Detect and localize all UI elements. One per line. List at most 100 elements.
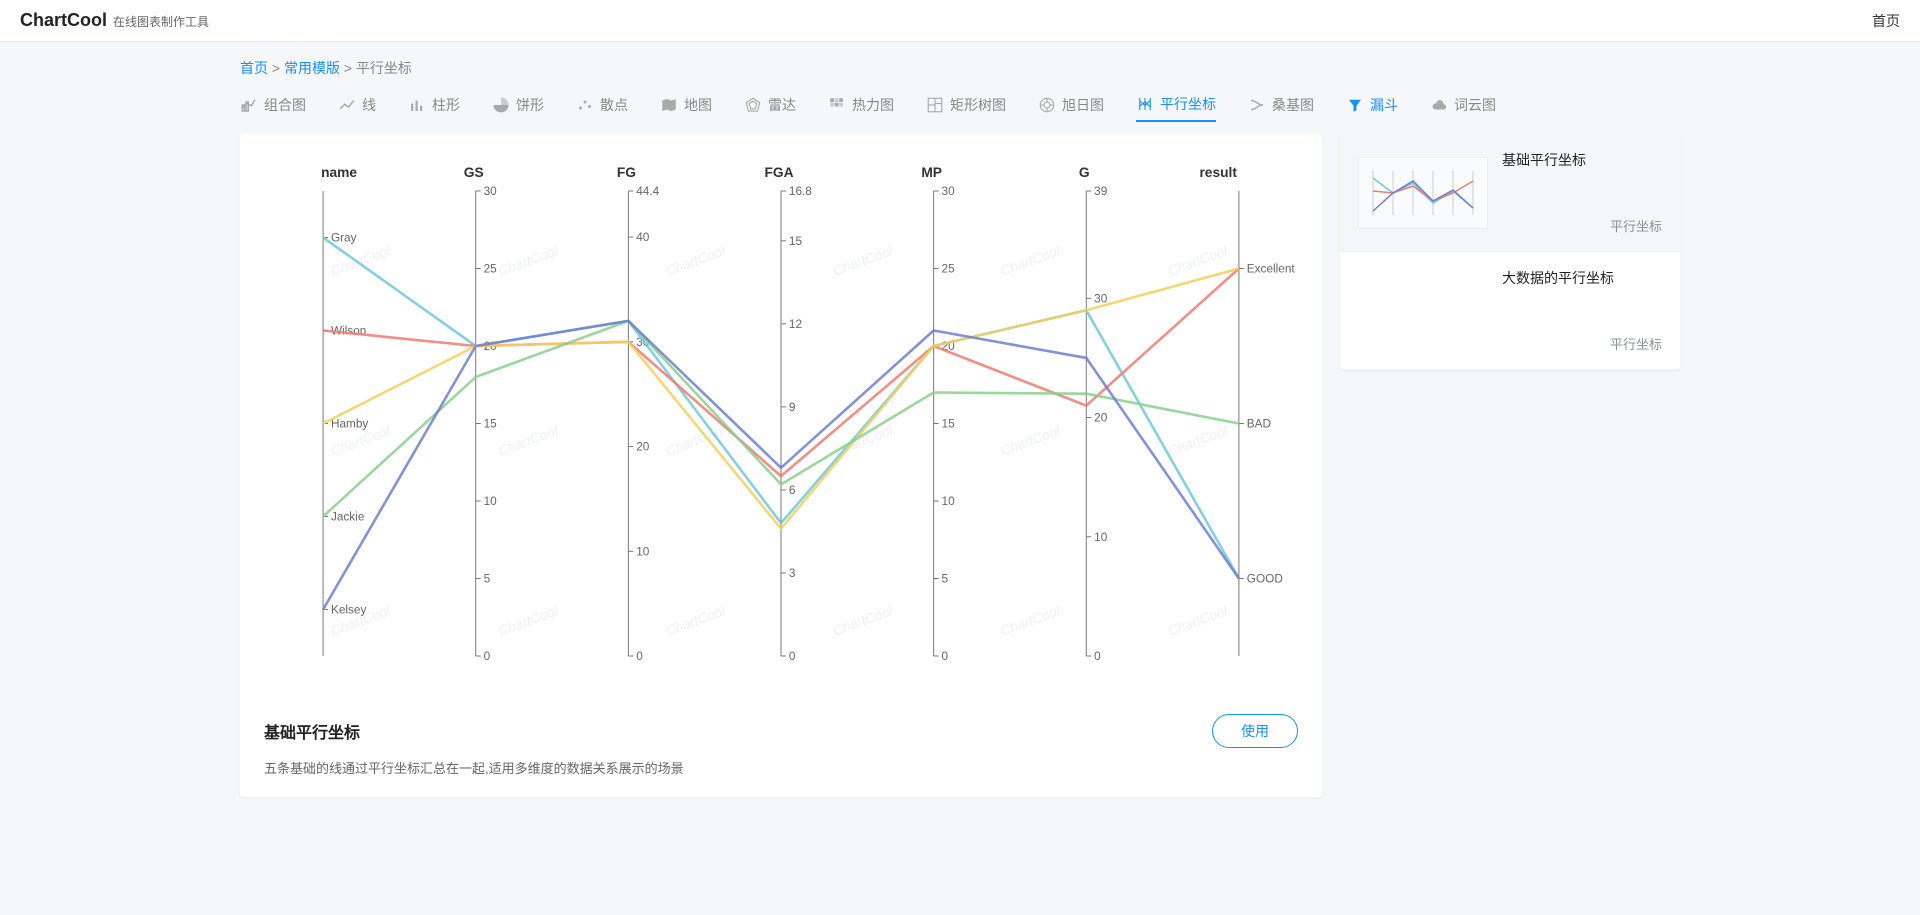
breadcrumb-home[interactable]: 首页 (240, 60, 268, 76)
brand-sub: 在线图表制作工具 (113, 13, 209, 30)
scatter-icon (576, 96, 594, 114)
svg-text:Excellent: Excellent (1247, 261, 1296, 275)
tab-radar[interactable]: 雷达 (744, 89, 796, 121)
tab-bar[interactable]: 柱形 (408, 89, 460, 121)
svg-text:BAD: BAD (1247, 416, 1272, 430)
svg-text:9: 9 (789, 400, 796, 414)
svg-text:10: 10 (636, 544, 650, 558)
use-button[interactable]: 使用 (1212, 714, 1298, 748)
sidebar-thumb (1358, 157, 1488, 229)
sidebar-item-sub: 平行坐标 (1502, 334, 1662, 353)
tab-parallel[interactable]: 平行坐标 (1136, 88, 1216, 122)
tab-heatmap[interactable]: 热力图 (828, 89, 894, 121)
svg-text:ChartCool: ChartCool (496, 242, 561, 279)
bar-icon (408, 96, 426, 114)
tab-funnel[interactable]: 漏斗 (1346, 89, 1398, 121)
tab-map[interactable]: 地图 (660, 89, 712, 121)
svg-text:ChartCool: ChartCool (831, 602, 896, 639)
tab-sunburst[interactable]: 旭日图 (1038, 89, 1104, 121)
svg-text:ChartCool: ChartCool (663, 242, 728, 279)
svg-text:25: 25 (484, 261, 498, 275)
breadcrumb-current: 平行坐标 (356, 60, 412, 76)
svg-text:Jackie: Jackie (331, 509, 365, 523)
svg-text:30: 30 (1094, 291, 1108, 305)
svg-text:Kelsey: Kelsey (331, 602, 366, 616)
wordcloud-icon (1430, 96, 1448, 114)
svg-text:ChartCool: ChartCool (496, 422, 561, 459)
sidebar-thumb (1358, 275, 1488, 347)
parallel-chart: ChartCool ChartCool ChartCool ChartCool Char… (264, 156, 1298, 696)
chart-title: 基础平行坐标 (264, 719, 360, 743)
template-sidebar: 基础平行坐标 平行坐标 大数据的平行坐标 平行坐标 (1340, 134, 1680, 370)
svg-text:ChartCool: ChartCool (831, 242, 896, 279)
svg-text:20: 20 (636, 439, 650, 453)
svg-text:Gray: Gray (331, 230, 357, 244)
sidebar-item-basic-parallel[interactable]: 基础平行坐标 平行坐标 (1340, 134, 1680, 252)
chart-panel: ChartCool ChartCool ChartCool ChartCool Char… (240, 134, 1322, 797)
top-header: ChartCool 在线图表制作工具 首页 (0, 0, 1920, 42)
svg-text:MP: MP (921, 164, 942, 180)
chart-type-tabs: 组合图 线 柱形 饼形 散点 地图 雷达 热力图 (240, 88, 1680, 134)
sidebar-item-bigdata-parallel[interactable]: 大数据的平行坐标 平行坐标 (1340, 252, 1680, 370)
svg-text:5: 5 (484, 571, 491, 585)
svg-text:15: 15 (789, 234, 803, 248)
svg-text:30: 30 (942, 184, 956, 198)
svg-text:Hamby: Hamby (331, 416, 368, 430)
sankey-icon (1248, 96, 1266, 114)
tab-sankey[interactable]: 桑基图 (1248, 89, 1314, 121)
svg-text:ChartCool: ChartCool (496, 602, 561, 639)
map-icon (660, 96, 678, 114)
svg-text:FG: FG (617, 164, 636, 180)
brand: ChartCool 在线图表制作工具 (20, 10, 209, 31)
svg-text:ChartCool: ChartCool (1166, 422, 1231, 459)
svg-text:44.4: 44.4 (636, 184, 659, 198)
svg-text:G: G (1079, 164, 1090, 180)
svg-text:ChartCool: ChartCool (663, 602, 728, 639)
heatmap-icon (828, 96, 846, 114)
svg-text:0: 0 (942, 649, 949, 663)
svg-text:6: 6 (789, 483, 796, 497)
sidebar-item-sub: 平行坐标 (1502, 216, 1662, 235)
svg-text:ChartCool: ChartCool (998, 602, 1063, 639)
svg-text:30: 30 (484, 184, 498, 198)
svg-text:FGA: FGA (764, 164, 793, 180)
combo-icon (240, 96, 258, 114)
svg-text:10: 10 (942, 494, 956, 508)
tab-treemap[interactable]: 矩形树图 (926, 89, 1006, 121)
tab-line[interactable]: 线 (338, 89, 376, 121)
svg-text:GS: GS (464, 164, 484, 180)
sidebar-item-title: 大数据的平行坐标 (1502, 268, 1662, 288)
radar-icon (744, 96, 762, 114)
svg-text:5: 5 (942, 571, 949, 585)
pie-icon (492, 96, 510, 114)
svg-text:15: 15 (942, 416, 956, 430)
svg-text:10: 10 (484, 494, 498, 508)
line-icon (338, 96, 356, 114)
svg-text:GOOD: GOOD (1247, 571, 1283, 585)
tab-wordcloud[interactable]: 词云图 (1430, 89, 1496, 121)
svg-text:name: name (321, 164, 357, 180)
svg-text:16.8: 16.8 (789, 184, 812, 198)
svg-text:0: 0 (484, 649, 491, 663)
brand-name: ChartCool (20, 10, 107, 31)
svg-text:0: 0 (636, 649, 643, 663)
breadcrumb-templates[interactable]: 常用模版 (284, 60, 340, 76)
sunburst-icon (1038, 96, 1056, 114)
tab-pie[interactable]: 饼形 (492, 89, 544, 121)
svg-text:0: 0 (1094, 649, 1101, 663)
svg-text:12: 12 (789, 317, 803, 331)
funnel-icon (1346, 96, 1364, 114)
svg-text:25: 25 (942, 261, 956, 275)
nav-home-link[interactable]: 首页 (1872, 11, 1900, 31)
treemap-icon (926, 96, 944, 114)
svg-text:20: 20 (1094, 410, 1108, 424)
svg-text:40: 40 (636, 230, 650, 244)
svg-text:result: result (1199, 164, 1237, 180)
breadcrumb: 首页 > 常用模版 > 平行坐标 (240, 42, 1680, 88)
svg-text:10: 10 (1094, 530, 1108, 544)
parallel-icon (1136, 95, 1154, 113)
svg-text:3: 3 (789, 566, 796, 580)
tab-combo[interactable]: 组合图 (240, 89, 306, 121)
sidebar-item-title: 基础平行坐标 (1502, 150, 1662, 170)
tab-scatter[interactable]: 散点 (576, 89, 628, 121)
